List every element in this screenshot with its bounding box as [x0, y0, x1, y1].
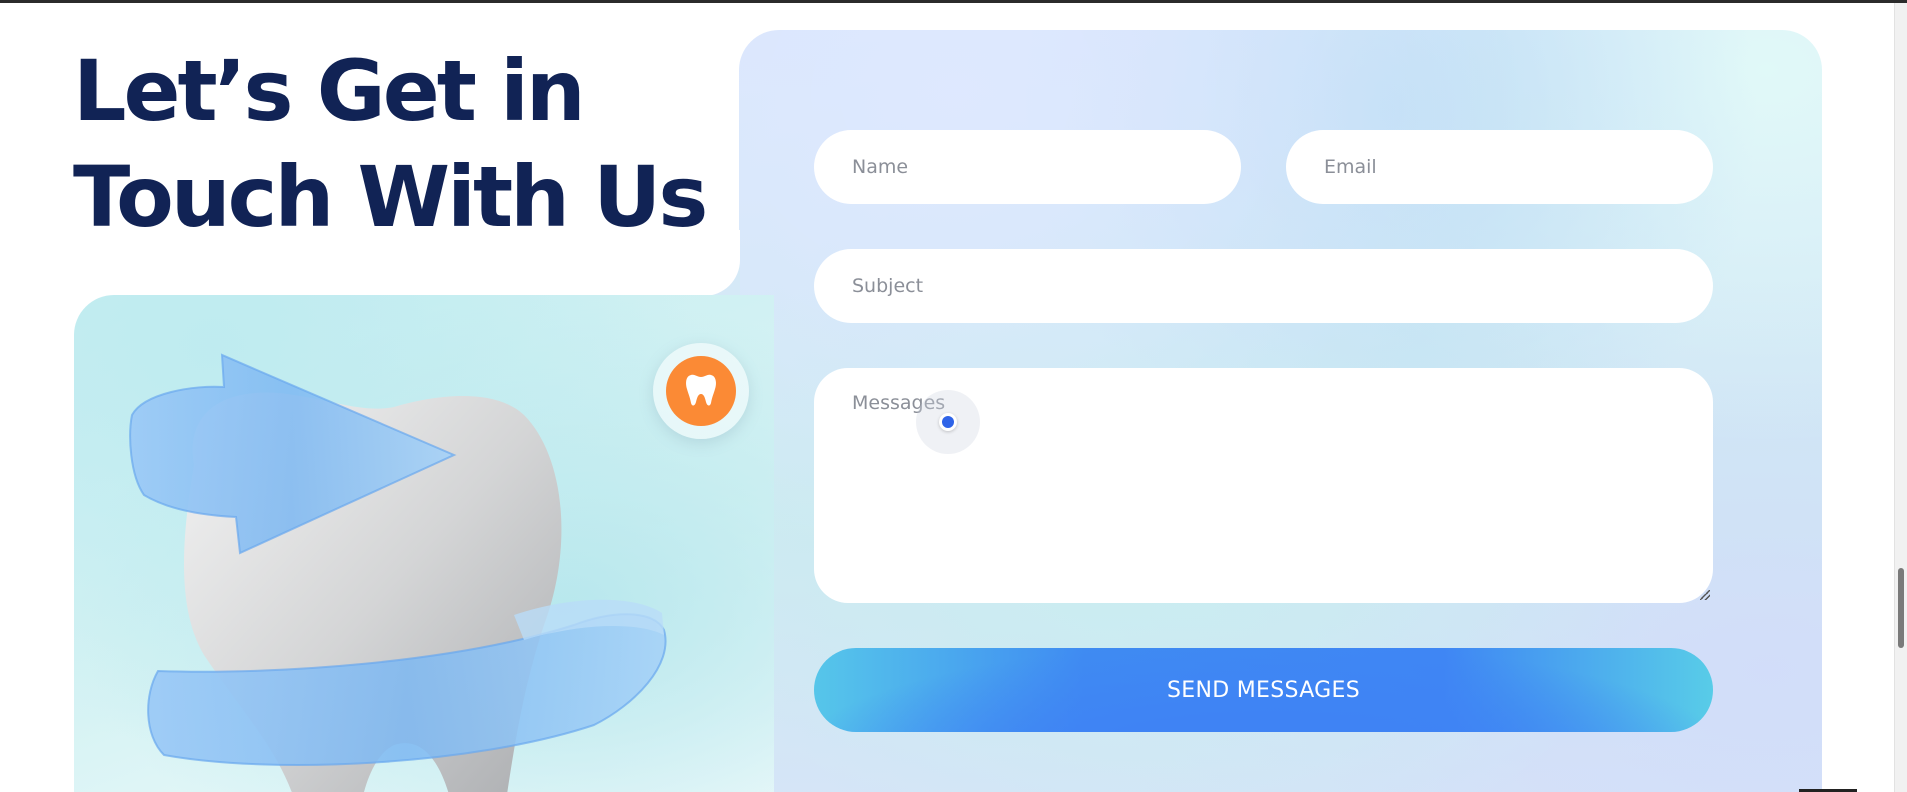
subject-input[interactable]	[814, 249, 1713, 323]
tooth-icon	[686, 374, 716, 406]
scrollbar-thumb[interactable]	[1898, 568, 1904, 648]
email-input[interactable]	[1286, 130, 1713, 204]
title-line-1: Let’s Get in	[73, 42, 586, 140]
window-top-border	[0, 0, 1907, 3]
title-line-2: Touch With Us	[73, 148, 708, 246]
tooth-badge-circle	[666, 356, 736, 426]
send-messages-button[interactable]: SEND MESSAGES	[814, 648, 1713, 732]
tooth-badge	[653, 343, 749, 439]
cursor-dot	[939, 413, 957, 431]
page-title: Let’s Get in Touch With Us	[73, 38, 708, 250]
textarea-resize-handle[interactable]	[1700, 590, 1710, 600]
page-scrollbar[interactable]	[1894, 3, 1907, 792]
contact-section: Let’s Get in Touch With Us Name Email Su…	[0, 0, 1907, 792]
name-input[interactable]	[814, 130, 1241, 204]
